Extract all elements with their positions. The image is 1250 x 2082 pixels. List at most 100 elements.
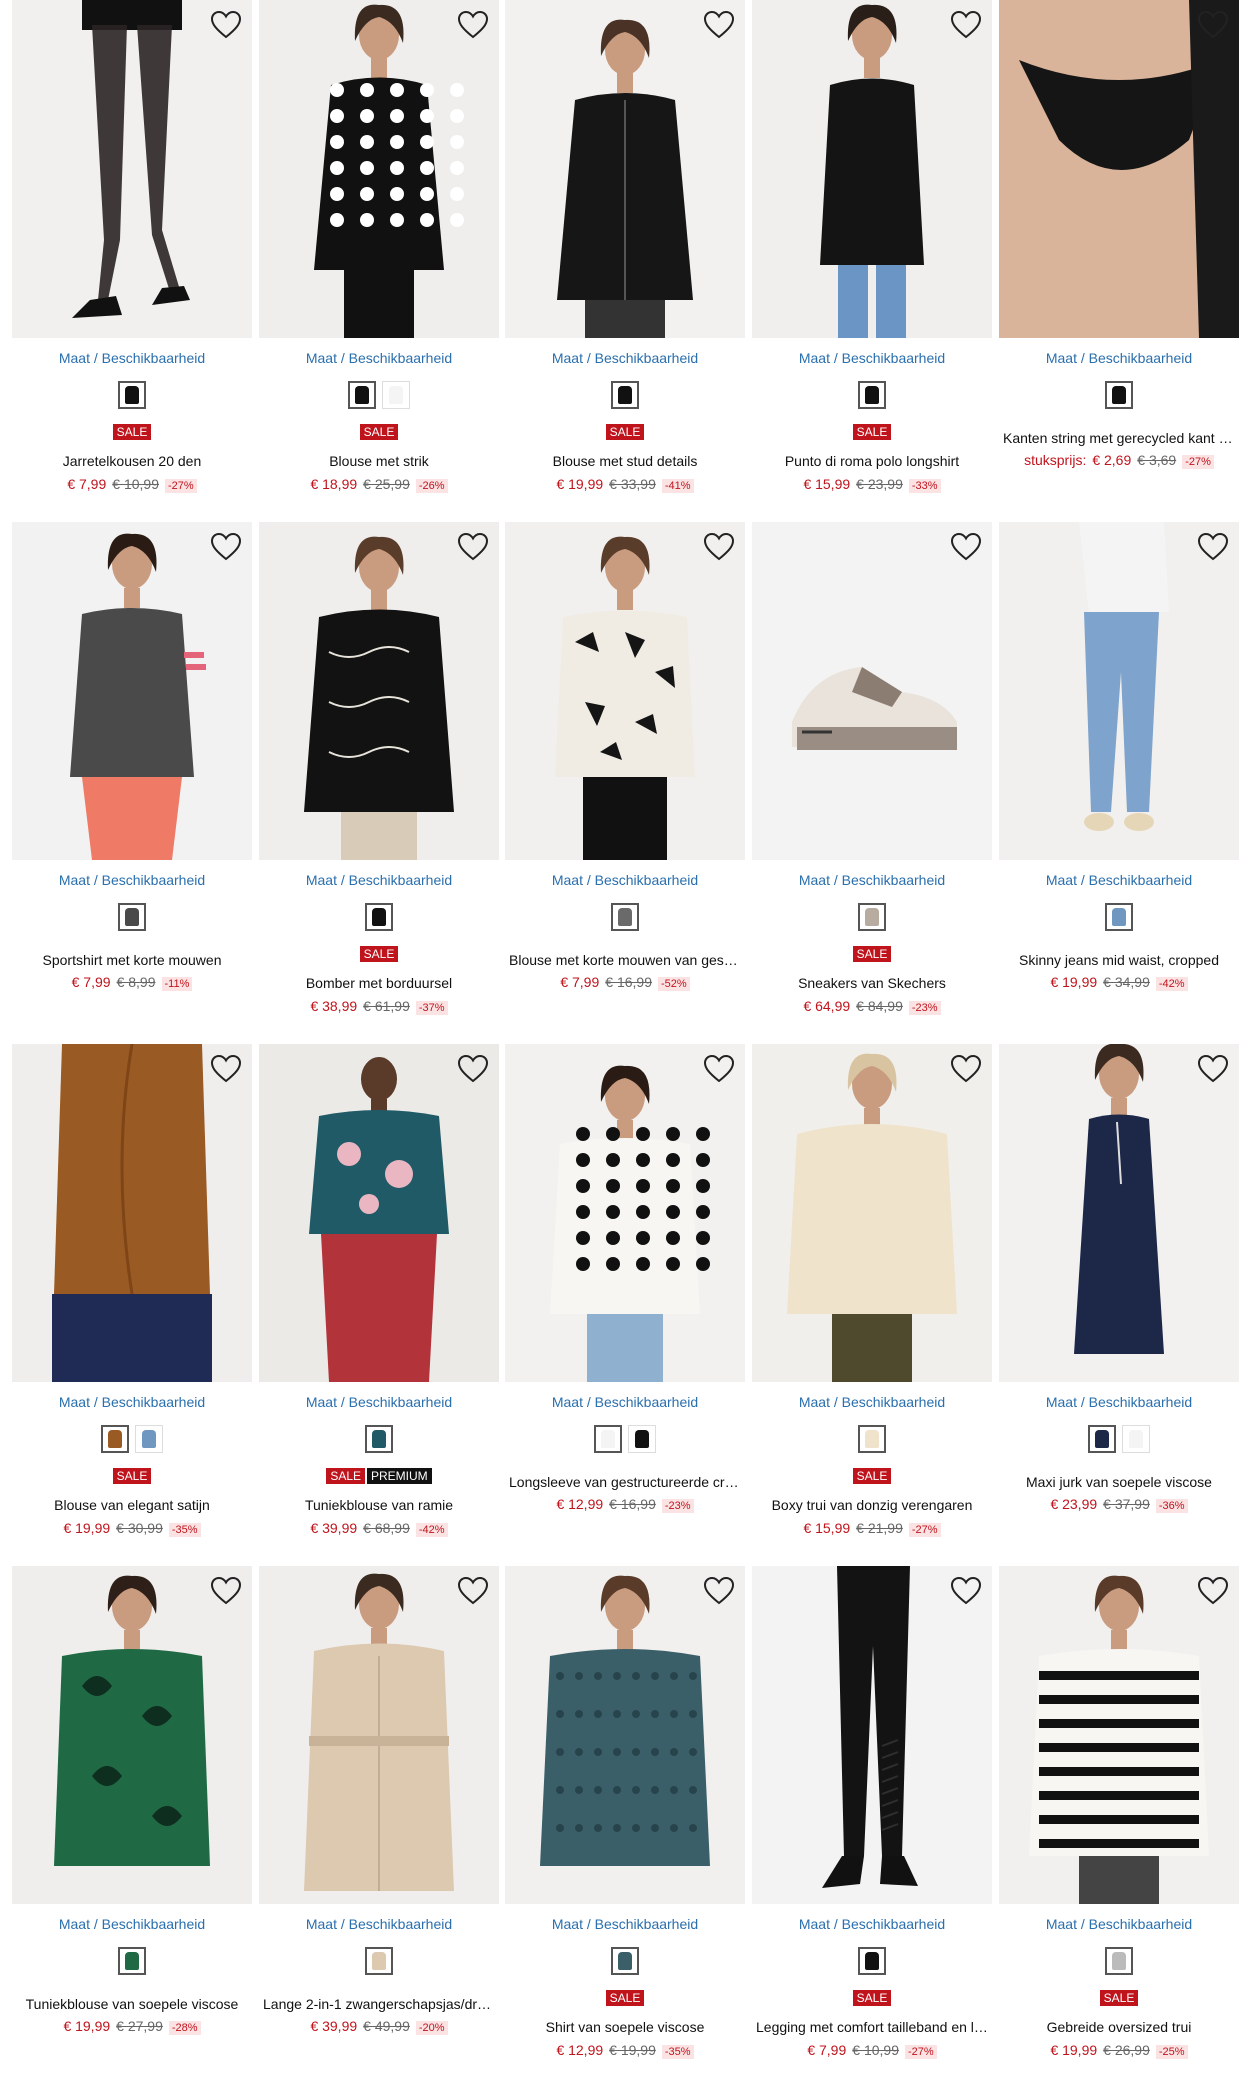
product-card[interactable]: Maat / Beschikbaarheid SALE Blouse met s… (259, 0, 499, 500)
heart-icon[interactable] (1197, 1054, 1229, 1084)
product-card[interactable]: Maat / Beschikbaarheid Tuniekblouse van … (12, 1566, 252, 2066)
product-image[interactable] (752, 1566, 992, 1904)
product-name[interactable]: Lange 2-in-1 zwangerschapsjas/draagjas (263, 1996, 495, 2012)
product-name[interactable]: Blouse met stud details (509, 453, 741, 469)
heart-icon[interactable] (703, 10, 735, 40)
product-image[interactable] (12, 522, 252, 860)
heart-icon[interactable] (703, 1054, 735, 1084)
size-availability-link[interactable]: Maat / Beschikbaarheid (505, 1916, 745, 1932)
product-card[interactable]: Maat / Beschikbaarheid Skinny jeans mid … (999, 522, 1239, 1022)
heart-icon[interactable] (457, 1054, 489, 1084)
product-image[interactable] (999, 1044, 1239, 1382)
size-availability-link[interactable]: Maat / Beschikbaarheid (752, 1916, 992, 1932)
product-image[interactable] (505, 1566, 745, 1904)
product-card[interactable]: Maat / Beschikbaarheid SALE Blouse van e… (12, 1044, 252, 1544)
product-card[interactable]: Maat / Beschikbaarheid Maxi jurk van soe… (999, 1044, 1239, 1544)
product-name[interactable]: Maxi jurk van soepele viscose (1003, 1474, 1235, 1490)
color-swatch[interactable] (628, 1425, 656, 1453)
heart-icon[interactable] (457, 532, 489, 562)
color-swatch[interactable] (101, 1425, 129, 1453)
product-image[interactable] (259, 1566, 499, 1904)
product-name[interactable]: Shirt van soepele viscose (509, 2019, 741, 2035)
size-availability-link[interactable]: Maat / Beschikbaarheid (505, 350, 745, 366)
color-swatch[interactable] (135, 1425, 163, 1453)
heart-icon[interactable] (950, 532, 982, 562)
product-name[interactable]: Boxy trui van donzig verengaren (756, 1497, 988, 1513)
heart-icon[interactable] (457, 1576, 489, 1606)
product-name[interactable]: Sneakers van Skechers (756, 975, 988, 991)
heart-icon[interactable] (950, 10, 982, 40)
color-swatch[interactable] (611, 903, 639, 931)
product-name[interactable]: Blouse van elegant satijn (16, 1497, 248, 1513)
color-swatch[interactable] (118, 1947, 146, 1975)
size-availability-link[interactable]: Maat / Beschikbaarheid (999, 350, 1239, 366)
product-image[interactable] (12, 1044, 252, 1382)
product-card[interactable]: Maat / Beschikbaarheid SALE Bomber met b… (259, 522, 499, 1022)
product-card[interactable]: Maat / Beschikbaarheid SALE Punto di rom… (752, 0, 992, 500)
size-availability-link[interactable]: Maat / Beschikbaarheid (12, 350, 252, 366)
product-name[interactable]: Kanten string met gerecycled kant (3-del… (1003, 430, 1235, 446)
product-card[interactable]: Maat / Beschikbaarheid SALE Blouse met s… (505, 0, 745, 500)
product-image[interactable] (259, 1044, 499, 1382)
heart-icon[interactable] (703, 1576, 735, 1606)
product-name[interactable]: Tuniekblouse van ramie (263, 1497, 495, 1513)
product-card[interactable]: Maat / Beschikbaarheid SALE Gebreide ove… (999, 1566, 1239, 2066)
color-swatch[interactable] (1122, 1425, 1150, 1453)
product-image[interactable] (752, 0, 992, 338)
product-image[interactable] (505, 0, 745, 338)
product-name[interactable]: Jarretelkousen 20 den (16, 453, 248, 469)
color-swatch[interactable] (382, 381, 410, 409)
heart-icon[interactable] (703, 532, 735, 562)
product-image[interactable] (12, 1566, 252, 1904)
product-card[interactable]: Maat / Beschikbaarheid SALE Jarretelkous… (12, 0, 252, 500)
color-swatch[interactable] (365, 903, 393, 931)
size-availability-link[interactable]: Maat / Beschikbaarheid (999, 1916, 1239, 1932)
heart-icon[interactable] (950, 1576, 982, 1606)
product-card[interactable]: Maat / Beschikbaarheid SALE Boxy trui va… (752, 1044, 992, 1544)
color-swatch[interactable] (1105, 1947, 1133, 1975)
color-swatch[interactable] (858, 903, 886, 931)
color-swatch[interactable] (365, 1947, 393, 1975)
product-card[interactable]: Maat / Beschikbaarheid Blouse met korte … (505, 522, 745, 1022)
size-availability-link[interactable]: Maat / Beschikbaarheid (259, 350, 499, 366)
size-availability-link[interactable]: Maat / Beschikbaarheid (259, 872, 499, 888)
size-availability-link[interactable]: Maat / Beschikbaarheid (752, 872, 992, 888)
product-name[interactable]: Blouse met korte mouwen van gestructuree… (509, 952, 741, 968)
product-name[interactable]: Legging met comfort tailleband en ladder… (756, 2019, 988, 2035)
color-swatch[interactable] (1105, 381, 1133, 409)
product-name[interactable]: Bomber met borduursel (263, 975, 495, 991)
product-image[interactable] (505, 1044, 745, 1382)
product-card[interactable]: Maat / Beschikbaarheid SALE Sneakers van… (752, 522, 992, 1022)
color-swatch[interactable] (348, 381, 376, 409)
color-swatch[interactable] (1088, 1425, 1116, 1453)
color-swatch[interactable] (594, 1425, 622, 1453)
product-image[interactable] (259, 522, 499, 860)
color-swatch[interactable] (1105, 903, 1133, 931)
product-image[interactable] (752, 1044, 992, 1382)
heart-icon[interactable] (1197, 10, 1229, 40)
color-swatch[interactable] (611, 1947, 639, 1975)
product-image[interactable] (999, 1566, 1239, 1904)
product-image[interactable] (259, 0, 499, 338)
heart-icon[interactable] (1197, 1576, 1229, 1606)
product-card[interactable]: Maat / Beschikbaarheid Kanten string met… (999, 0, 1239, 500)
product-name[interactable]: Blouse met strik (263, 453, 495, 469)
product-card[interactable]: Maat / Beschikbaarheid SALE PREMIUM Tunie… (259, 1044, 499, 1544)
heart-icon[interactable] (457, 10, 489, 40)
color-swatch[interactable] (365, 1425, 393, 1453)
product-image[interactable] (505, 522, 745, 860)
size-availability-link[interactable]: Maat / Beschikbaarheid (752, 1394, 992, 1410)
product-name[interactable]: Tuniekblouse van soepele viscose (16, 1996, 248, 2012)
size-availability-link[interactable]: Maat / Beschikbaarheid (505, 1394, 745, 1410)
product-name[interactable]: Gebreide oversized trui (1003, 2019, 1235, 2035)
color-swatch[interactable] (118, 903, 146, 931)
size-availability-link[interactable]: Maat / Beschikbaarheid (12, 1916, 252, 1932)
product-card[interactable]: Maat / Beschikbaarheid Sportshirt met ko… (12, 522, 252, 1022)
heart-icon[interactable] (1197, 532, 1229, 562)
heart-icon[interactable] (210, 532, 242, 562)
size-availability-link[interactable]: Maat / Beschikbaarheid (259, 1394, 499, 1410)
product-card[interactable]: Maat / Beschikbaarheid SALE Shirt van so… (505, 1566, 745, 2066)
color-swatch[interactable] (118, 381, 146, 409)
product-card[interactable]: Maat / Beschikbaarheid Lange 2-in-1 zwan… (259, 1566, 499, 2066)
size-availability-link[interactable]: Maat / Beschikbaarheid (999, 1394, 1239, 1410)
